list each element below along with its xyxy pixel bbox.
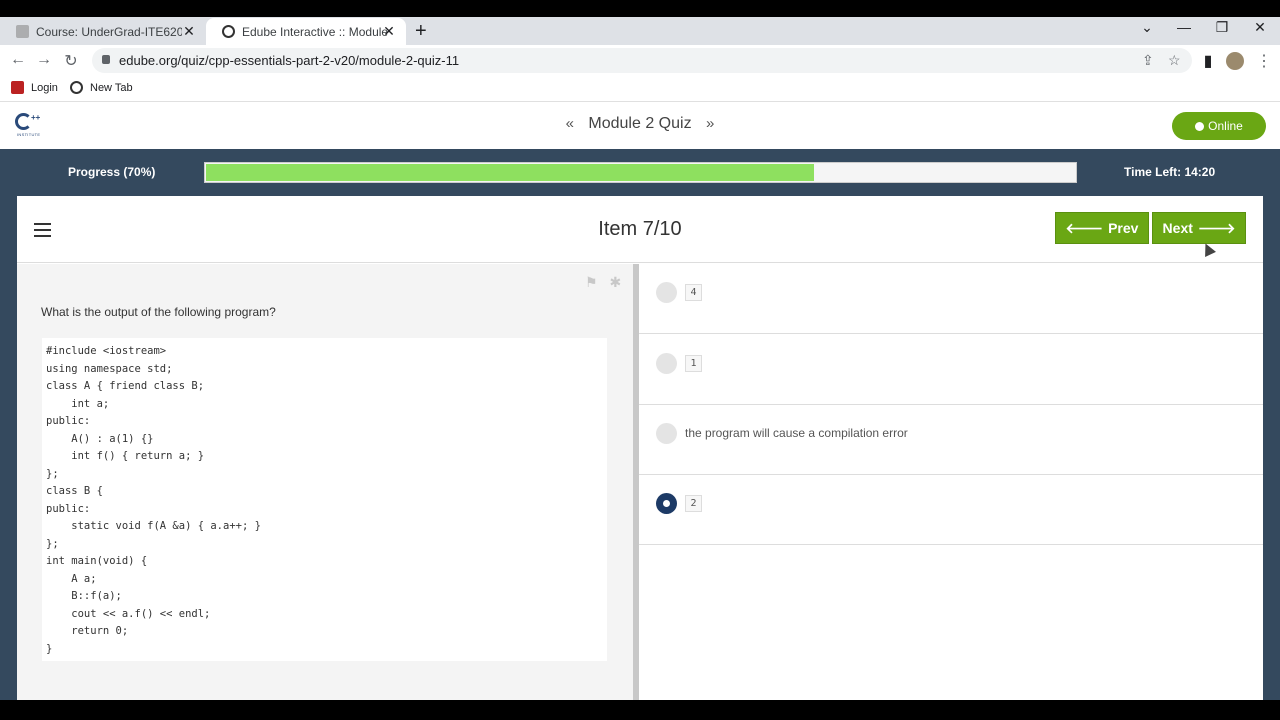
prev-button[interactable]: 🡐 Prev xyxy=(1055,212,1149,244)
address-bar: ← → ↻ edube.org/quiz/cpp-essentials-part… xyxy=(0,45,1280,77)
answer-option[interactable]: 1 xyxy=(639,335,1263,405)
question-text: What is the output of the following prog… xyxy=(41,305,276,319)
arrow-left-icon: 🡐 xyxy=(1065,219,1104,236)
bookmarks-bar: Login New Tab xyxy=(0,77,1280,102)
back-icon[interactable]: ← xyxy=(9,51,27,69)
flag-icon[interactable]: ⚑ xyxy=(585,274,598,290)
close-window-icon[interactable]: ✕ xyxy=(1250,19,1270,36)
close-tab-icon[interactable]: ✕ xyxy=(182,24,196,38)
time-left: Time Left: 14:20 xyxy=(1124,165,1216,179)
question-tools: ⚑ ✱ xyxy=(577,274,621,291)
tab-title: Edube Interactive :: Module 2 Qu xyxy=(242,24,388,39)
answer-option[interactable]: 4 xyxy=(639,264,1263,334)
prev-label: Prev xyxy=(1108,220,1139,236)
browser-tab-edube[interactable]: Edube Interactive :: Module 2 Qu ✕ xyxy=(206,18,406,45)
previous-module-icon[interactable]: « xyxy=(566,115,574,132)
arrow-right-icon: 🡒 xyxy=(1197,219,1236,236)
next-label: Next xyxy=(1162,220,1193,236)
maximize-icon[interactable]: ❐ xyxy=(1212,19,1232,36)
bookmark-label: Login xyxy=(31,81,58,94)
answers-pane: 4 1 the program will cause a compilation… xyxy=(639,264,1263,700)
forward-icon[interactable]: → xyxy=(35,51,53,69)
online-status-button[interactable]: Online xyxy=(1172,112,1266,140)
quiz-title-nav: « Module 2 Quiz » xyxy=(0,115,1280,133)
new-tab-button[interactable]: + xyxy=(415,20,427,43)
status-dot-icon xyxy=(1195,121,1205,131)
code-block: #include <iostream> using namespace std;… xyxy=(42,338,607,661)
code-text: #include <iostream> using namespace std;… xyxy=(46,345,261,655)
browser-tab-bar: Course: UnderGrad-ITE6200A-22 ✕ Edube In… xyxy=(0,17,1280,45)
progress-fill xyxy=(206,164,815,181)
url-input[interactable]: edube.org/quiz/cpp-essentials-part-2-v20… xyxy=(92,48,1192,73)
bookmark-new-tab[interactable]: New Tab xyxy=(70,81,133,94)
bookmark-label: New Tab xyxy=(90,81,133,94)
next-button[interactable]: Next 🡒 xyxy=(1152,212,1246,244)
globe-icon xyxy=(70,81,83,94)
url-text: edube.org/quiz/cpp-essentials-part-2-v20… xyxy=(119,53,460,68)
browser-tab-course[interactable]: Course: UnderGrad-ITE6200A-22 ✕ xyxy=(0,18,206,45)
radio-button[interactable] xyxy=(656,282,677,303)
progress-label: Progress (70%) xyxy=(68,165,156,179)
item-header: Item 7/10 🡐 Prev Next 🡒 xyxy=(17,196,1263,263)
reload-icon[interactable]: ↻ xyxy=(62,51,80,71)
quiz-card: Item 7/10 🡐 Prev Next 🡒 ⚑ ✱ What is the … xyxy=(17,196,1263,700)
answer-text: 1 xyxy=(685,355,702,372)
answer-option[interactable]: 2 xyxy=(639,475,1263,545)
quiz-title: Module 2 Quiz xyxy=(588,115,692,132)
side-panel-icon[interactable]: ▮ xyxy=(1199,51,1217,71)
course-favicon-icon xyxy=(16,25,29,38)
tab-title: Course: UnderGrad-ITE6200A-22 xyxy=(36,24,182,39)
question-pane: ⚑ ✱ What is the output of the following … xyxy=(17,264,633,700)
menu-dots-icon[interactable]: ⋮ xyxy=(1256,51,1272,71)
answer-text: the program will cause a compilation err… xyxy=(685,426,908,440)
login-favicon-icon xyxy=(11,81,24,94)
answer-text: 4 xyxy=(685,284,702,301)
answer-text: 2 xyxy=(685,495,702,512)
radio-button[interactable] xyxy=(656,353,677,374)
bug-report-icon[interactable]: ✱ xyxy=(609,274,621,290)
bookmark-star-icon[interactable]: ☆ xyxy=(1168,52,1181,69)
progress-bar xyxy=(204,162,1077,183)
radio-button[interactable] xyxy=(656,423,677,444)
screen: Course: UnderGrad-ITE6200A-22 ✕ Edube In… xyxy=(0,0,1280,720)
next-module-icon[interactable]: » xyxy=(706,115,714,132)
profile-avatar[interactable] xyxy=(1226,52,1244,70)
edube-favicon-icon xyxy=(222,25,235,38)
bookmark-login[interactable]: Login xyxy=(11,81,58,94)
site-header: ++ INSTITUTE « Module 2 Quiz » Online xyxy=(0,102,1280,149)
lock-icon xyxy=(102,55,110,64)
close-tab-icon[interactable]: ✕ xyxy=(382,24,396,38)
page: ++ INSTITUTE « Module 2 Quiz » Online Pr… xyxy=(0,102,1280,700)
minimize-icon[interactable]: — xyxy=(1174,19,1194,35)
share-icon[interactable]: ⇪ xyxy=(1142,52,1154,69)
tab-search-icon[interactable]: ⌄ xyxy=(1137,19,1157,36)
progress-strip: Progress (70%) Time Left: 14:20 xyxy=(0,149,1280,196)
status-label: Online xyxy=(1208,119,1243,133)
answer-option[interactable]: the program will cause a compilation err… xyxy=(639,405,1263,475)
radio-button-selected[interactable] xyxy=(656,493,677,514)
